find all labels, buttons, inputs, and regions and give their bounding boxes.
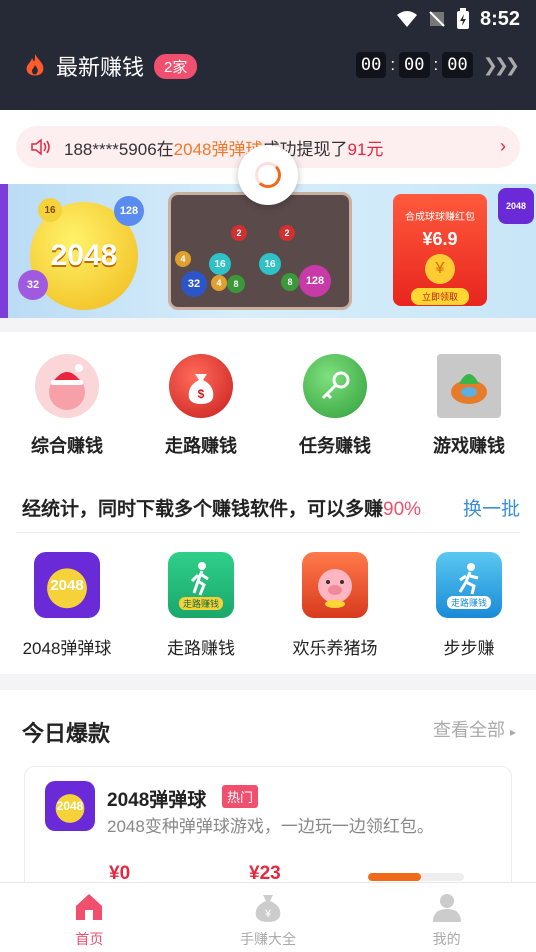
- view-all-link[interactable]: 查看全部 ▸: [433, 716, 516, 742]
- tab-bar: 首页 ¥ 手赚大全 我的: [0, 882, 536, 952]
- header: 8:52 最新赚钱 2家 00 : 00 : 00 ❯❯❯: [0, 0, 536, 110]
- category-walking[interactable]: $ 走路赚钱: [134, 354, 268, 458]
- status-time: 8:52: [479, 7, 520, 30]
- chevrons-right-icon[interactable]: ❯❯❯: [483, 55, 520, 76]
- timer-minutes: 00: [399, 52, 430, 78]
- game-board-preview: 32 16 16 128 4 2 2 8 4 8: [168, 192, 352, 310]
- claim-button[interactable]: 立即领取: [411, 288, 469, 305]
- app-description: 2048变种弹弹球游戏，一边玩一边领红包。: [107, 817, 434, 836]
- category-tasks[interactable]: 任务赚钱: [268, 354, 402, 458]
- tab-home[interactable]: 首页: [0, 883, 179, 952]
- chevron-right-icon: ›: [500, 136, 506, 156]
- svg-text:¥: ¥: [264, 908, 272, 920]
- tab-earn-all[interactable]: ¥ 手赚大全: [179, 883, 358, 952]
- app-pig-farm[interactable]: 欢乐养猪场: [268, 552, 402, 659]
- swap-batch-button[interactable]: 换一批: [463, 494, 520, 521]
- notice-amount: 91元: [347, 139, 384, 159]
- money-bag-icon: $: [169, 354, 233, 418]
- section-title: 今日爆款: [22, 721, 111, 746]
- tab-mine[interactable]: 我的: [357, 883, 536, 952]
- no-signal-icon: [429, 11, 445, 27]
- key-icon: [303, 354, 367, 418]
- category-comprehensive[interactable]: 综合赚钱: [0, 354, 134, 458]
- user-icon: [431, 891, 463, 923]
- app-name: 2048弹弹球: [107, 790, 207, 811]
- category-section: 综合赚钱 $ 走路赚钱 任务赚钱 游戏赚钱 经统计，同时下载多个赚钱软件，可以多…: [0, 332, 536, 674]
- timer-hours: 00: [355, 52, 387, 78]
- money-bag-icon: ¥: [252, 891, 284, 923]
- progress-fill: [368, 873, 421, 881]
- hot-badge: 热门: [222, 785, 259, 808]
- status-bar: 8:52: [396, 6, 520, 32]
- progress-bar: [368, 873, 464, 881]
- red-packet-card[interactable]: 合成球球赚红包 ¥6.9 ¥ 立即领取: [393, 194, 487, 306]
- stat-text: 经统计，同时下载多个赚钱软件，可以多赚90%: [22, 499, 422, 520]
- timer-seconds: 00: [442, 52, 473, 78]
- flame-icon: [26, 54, 44, 76]
- running-person-icon: 走路赚钱: [436, 552, 502, 618]
- triangle-right-icon: ▸: [509, 725, 516, 739]
- home-icon: [73, 891, 105, 923]
- loading-spinner: [238, 145, 298, 205]
- svg-text:$: $: [198, 387, 205, 401]
- page-title: 最新赚钱: [56, 55, 145, 80]
- app-2048-icon: 2048: [34, 552, 100, 618]
- yuan-coin-icon: ¥: [425, 254, 455, 284]
- wifi-icon: [396, 11, 417, 27]
- santa-peach-icon: [35, 354, 99, 418]
- walking-person-icon: 走路赚钱: [168, 552, 234, 618]
- speaker-icon: [31, 138, 50, 156]
- game-icon: [437, 354, 501, 418]
- app-step-earn[interactable]: 走路赚钱 步步赚: [402, 552, 536, 659]
- category-games[interactable]: 游戏赚钱: [402, 354, 536, 458]
- notice-prefix: 188****5906在: [64, 139, 174, 159]
- app-walking[interactable]: 走路赚钱 走路赚钱: [134, 552, 268, 659]
- app-2048[interactable]: 2048 2048弹弹球: [0, 552, 134, 659]
- today-hot-section: 今日爆款 查看全部 ▸ 2048 2048弹弹球 热门 2048变种弹弹球游戏，…: [0, 690, 536, 906]
- count-badge: 2家: [154, 53, 198, 79]
- battery-icon: [456, 8, 469, 29]
- countdown-timer: 00 : 00 : 00 ❯❯❯: [355, 52, 520, 78]
- app-2048-icon: 2048: [45, 781, 95, 831]
- pig-icon: [302, 552, 368, 618]
